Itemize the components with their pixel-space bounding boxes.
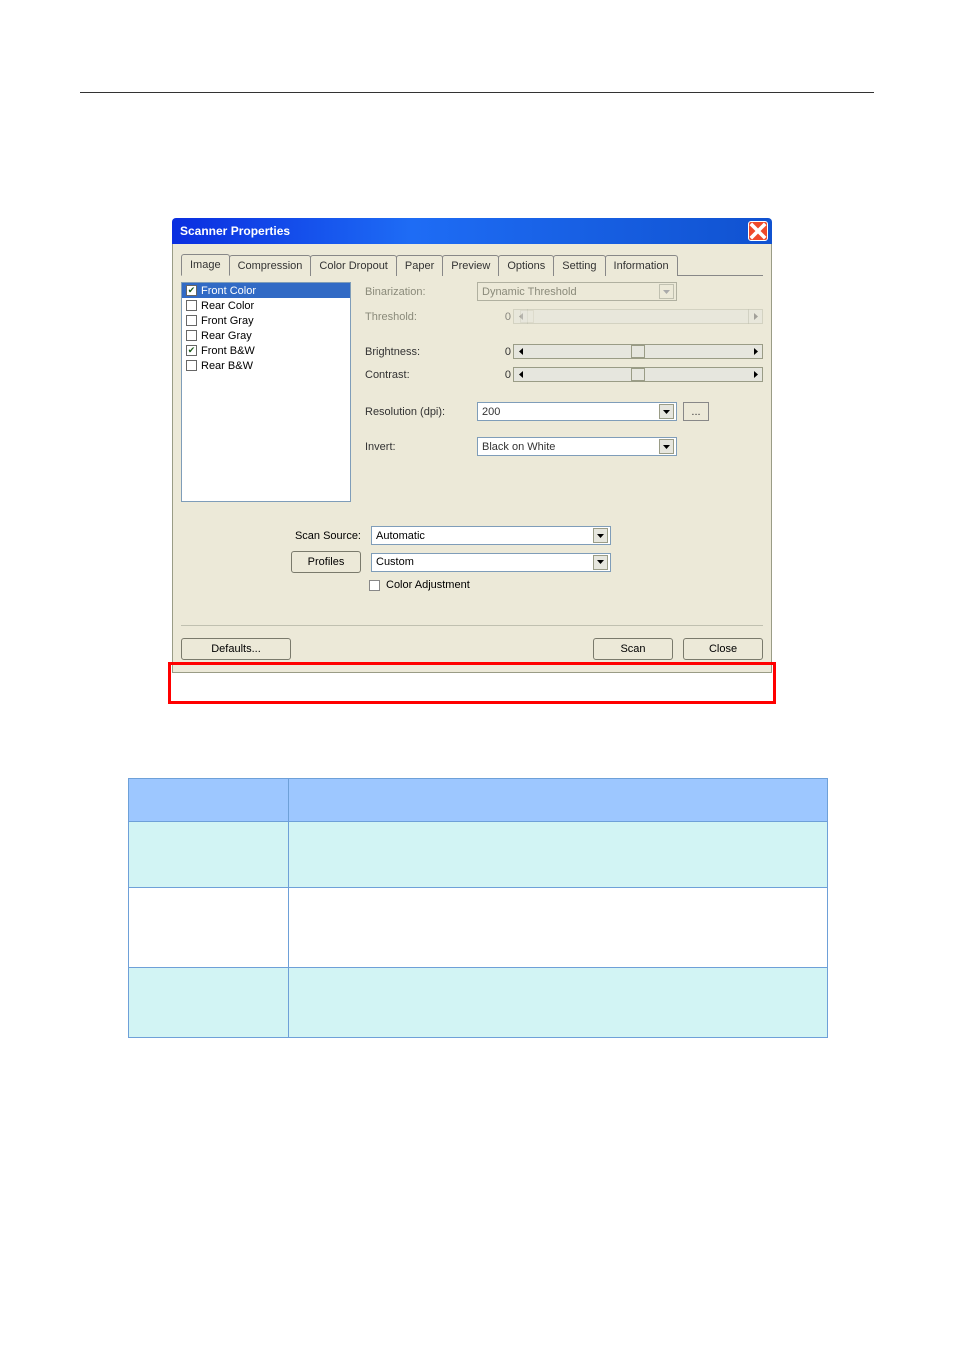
- arrow-right-icon[interactable]: [748, 367, 763, 382]
- row-resolution: Resolution (dpi): 200 ...: [357, 402, 763, 421]
- label-threshold: Threshold:: [357, 311, 477, 323]
- tab-preview[interactable]: Preview: [442, 255, 499, 276]
- chevron-down-icon: [659, 284, 674, 299]
- tab-image[interactable]: Image: [181, 254, 230, 276]
- dropdown-scan-source[interactable]: Automatic: [371, 526, 611, 545]
- tab-information[interactable]: Information: [605, 255, 678, 276]
- list-item-front-gray[interactable]: Front Gray: [182, 313, 350, 328]
- table-cell: [289, 888, 827, 967]
- checkbox-color-adjustment[interactable]: [369, 580, 380, 591]
- checkbox-front-bw[interactable]: ✔: [186, 345, 197, 356]
- table-cell: [129, 888, 289, 967]
- label-brightness: Brightness:: [357, 346, 477, 358]
- row-threshold: Threshold: 0: [357, 309, 763, 324]
- label-scan-source: Scan Source:: [181, 530, 371, 542]
- table-header-1: [129, 779, 289, 821]
- brightness-value: 0: [477, 346, 513, 358]
- tab-strip: Image Compression Color Dropout Paper Pr…: [181, 252, 763, 276]
- dialog-button-bar: Defaults... Scan Close: [181, 625, 763, 660]
- label-binarization: Binarization:: [357, 286, 477, 298]
- defaults-button[interactable]: Defaults...: [181, 638, 291, 660]
- description-table: [128, 778, 828, 1038]
- dropdown-profiles[interactable]: Custom: [371, 553, 611, 572]
- arrow-right-icon[interactable]: [748, 344, 763, 359]
- list-item-front-color[interactable]: ✔ Front Color: [182, 283, 350, 298]
- image-selection-list[interactable]: ✔ Front Color Rear Color Front Gray Rear…: [181, 282, 351, 502]
- table-cell: [129, 968, 289, 1037]
- titlebar[interactable]: Scanner Properties: [172, 218, 772, 244]
- label-color-adjustment: Color Adjustment: [386, 579, 470, 591]
- label-contrast: Contrast:: [357, 369, 477, 381]
- row-invert: Invert: Black on White: [357, 437, 763, 456]
- arrow-right-icon: [748, 309, 763, 324]
- tab-paper[interactable]: Paper: [396, 255, 443, 276]
- list-item-label: Front Gray: [201, 315, 254, 327]
- threshold-value: 0: [477, 311, 513, 323]
- tab-options[interactable]: Options: [498, 255, 554, 276]
- checkbox-rear-gray[interactable]: [186, 330, 197, 341]
- table-cell: [289, 822, 827, 887]
- tab-setting[interactable]: Setting: [553, 255, 605, 276]
- table-cell: [289, 968, 827, 1037]
- chevron-down-icon[interactable]: [593, 555, 608, 570]
- row-profiles: Profiles Custom: [181, 551, 763, 573]
- tab-color-dropout[interactable]: Color Dropout: [310, 255, 396, 276]
- row-brightness: Brightness: 0: [357, 344, 763, 359]
- list-item-label: Rear Gray: [201, 330, 252, 342]
- list-item-label: Rear Color: [201, 300, 254, 312]
- arrow-left-icon[interactable]: [513, 344, 528, 359]
- chevron-down-icon[interactable]: [659, 404, 674, 419]
- checkbox-rear-color[interactable]: [186, 300, 197, 311]
- tab-compression[interactable]: Compression: [229, 255, 312, 276]
- profiles-button[interactable]: Profiles: [291, 551, 361, 573]
- list-item-label: Rear B&W: [201, 360, 253, 372]
- chevron-down-icon[interactable]: [659, 439, 674, 454]
- row-contrast: Contrast: 0: [357, 367, 763, 382]
- dropdown-invert[interactable]: Black on White: [477, 437, 677, 456]
- scanner-properties-dialog: Scanner Properties Image Compression Col…: [172, 218, 772, 673]
- close-icon[interactable]: [748, 221, 768, 241]
- label-invert: Invert:: [357, 441, 477, 453]
- list-item-label: Front Color: [201, 285, 256, 297]
- label-resolution: Resolution (dpi):: [357, 406, 477, 418]
- contrast-slider[interactable]: [527, 367, 749, 382]
- table-cell: [129, 822, 289, 887]
- dropdown-resolution[interactable]: 200: [477, 402, 677, 421]
- row-color-adjustment: Color Adjustment: [369, 579, 763, 591]
- checkbox-rear-bw[interactable]: [186, 360, 197, 371]
- contrast-value: 0: [477, 369, 513, 381]
- table-header-2: [289, 779, 827, 821]
- chevron-down-icon[interactable]: [593, 528, 608, 543]
- window-title: Scanner Properties: [180, 224, 748, 238]
- resolution-more-button[interactable]: ...: [683, 402, 709, 421]
- scan-button[interactable]: Scan: [593, 638, 673, 660]
- checkbox-front-gray[interactable]: [186, 315, 197, 326]
- checkbox-front-color[interactable]: ✔: [186, 285, 197, 296]
- list-item-front-bw[interactable]: ✔ Front B&W: [182, 343, 350, 358]
- dropdown-binarization: Dynamic Threshold: [477, 282, 677, 301]
- arrow-left-icon[interactable]: [513, 367, 528, 382]
- list-item-rear-bw[interactable]: Rear B&W: [182, 358, 350, 373]
- list-item-rear-gray[interactable]: Rear Gray: [182, 328, 350, 343]
- row-scan-source: Scan Source: Automatic: [181, 526, 763, 545]
- threshold-slider: [527, 309, 749, 324]
- close-button[interactable]: Close: [683, 638, 763, 660]
- list-item-label: Front B&W: [201, 345, 255, 357]
- brightness-slider[interactable]: [527, 344, 749, 359]
- list-item-rear-color[interactable]: Rear Color: [182, 298, 350, 313]
- row-binarization: Binarization: Dynamic Threshold: [357, 282, 763, 301]
